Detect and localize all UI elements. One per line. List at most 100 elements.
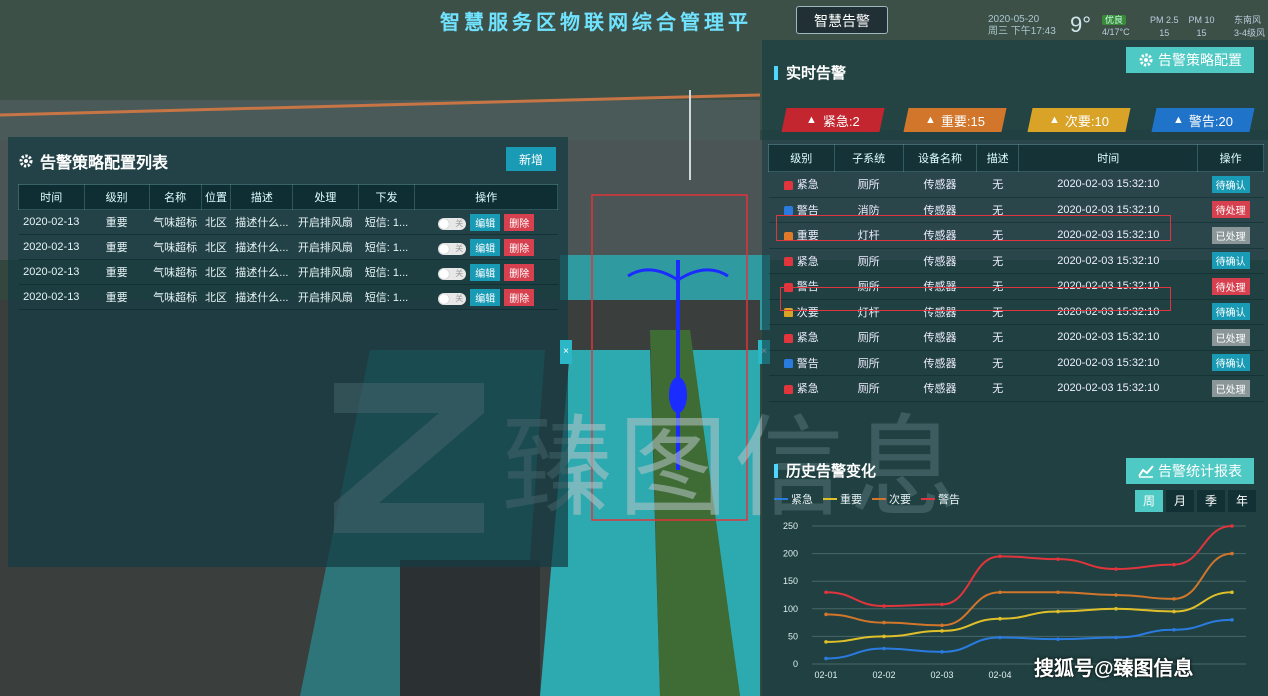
data-point [1114,635,1118,640]
cell-level: 重要 [84,209,150,235]
data-point [1172,597,1176,601]
period-tab[interactable]: 周 [1135,490,1163,512]
wind-info: 东南风 3-4级风 [1234,14,1265,40]
alarm-light-icon: ▲ [1172,114,1184,126]
data-point [940,629,944,633]
title-bar [774,463,778,478]
cell-sub: 厕所 [834,171,904,198]
data-point [1056,590,1060,595]
history-title: 历史告警变化 [774,460,876,481]
cell-time: 2020-02-13 [18,284,85,310]
report-button-label: 告警统计报表 [1158,463,1242,479]
gear-icon [19,154,33,168]
period-tab[interactable]: 年 [1228,490,1256,512]
level-label: 重要:15 [941,113,986,129]
data-point [998,590,1002,595]
gear-icon [1139,53,1153,67]
delete-button[interactable]: 删除 [504,238,535,256]
tab-smart-alarm[interactable]: 智慧告警 [796,6,888,34]
chart-icon [1138,465,1154,478]
cell-time: 2020-02-03 15:32:10 [1018,350,1198,376]
delete-button[interactable]: 删除 [504,213,535,231]
realtime-alarm-title: 实时告警 [774,62,846,83]
add-policy-button[interactable]: 新增 [506,147,556,171]
level-badge[interactable]: ▲ 重要:15 [903,108,1007,132]
data-point [882,604,886,608]
level-label: 警告:20 [1189,113,1234,129]
cell-level: 重要 [84,284,150,310]
enable-toggle[interactable]: 关 [438,217,467,230]
cell-sub: 厕所 [834,324,904,351]
cell-desc: 描述什么... [230,259,293,285]
cell-desc: 描述什么... [230,284,293,310]
status-button[interactable]: 待确认 [1211,303,1250,321]
cell-actions: 关编辑 删除 [414,209,558,235]
cell-level: 重要 [84,259,150,285]
cell-desc: 无 [976,248,1019,274]
status-button[interactable]: 已处理 [1211,379,1250,397]
status-button[interactable]: 已处理 [1211,226,1250,244]
delete-button[interactable]: 删除 [504,288,535,306]
cell-name: 气味超标 [149,259,202,285]
cell-location: 北区 [201,209,231,235]
enable-toggle[interactable]: 关 [438,292,467,305]
realtime-alarm-table: 级别 子系统 设备名称 描述 时间 操作 紧急 厕所 传感器无 2020-02-03 15:32… [768,144,1264,402]
y-tick-label: 200 [783,549,798,559]
data-point [1230,618,1234,622]
data-point [1056,557,1060,561]
cell-location: 北区 [201,284,231,310]
status-button[interactable]: 待处理 [1211,277,1250,295]
policy-table: 时间 级别 名称 位置 描述 处理 下发 操作 2020-02-13 重要 气味超标 北区 描述什么.… [18,184,558,310]
data-point [1056,637,1060,641]
collapse-left-arrow[interactable]: × [560,340,572,364]
alarm-light-icon [783,180,793,190]
status-button[interactable]: 已处理 [1211,328,1250,346]
level-badge[interactable]: ▲ 紧急:2 [781,108,885,132]
cell-desc: 无 [976,324,1019,351]
legend-swatch [872,498,886,500]
level-text: 紧急 [796,332,819,345]
alarm-report-button[interactable]: 告警统计报表 [1126,458,1254,484]
alarm-policy-config-button[interactable]: 告警策略配置 [1126,47,1254,73]
cell-level: 紧急 [768,375,834,402]
status-button[interactable]: 待确认 [1211,252,1250,270]
table-row: 紧急 厕所 传感器无 2020-02-03 15:32:10 待确认 [768,248,1264,274]
enable-toggle[interactable]: 关 [438,267,467,280]
y-tick-label: 0 [793,659,798,669]
status-button[interactable]: 待处理 [1211,201,1250,219]
cell-desc: 描述什么... [230,209,293,235]
edit-button[interactable]: 编辑 [470,213,501,231]
legend-item[interactable]: 重要 [823,491,862,507]
status-button[interactable]: 待确认 [1211,354,1250,372]
level-badge[interactable]: ▲ 次要:10 [1027,108,1131,132]
table-row: 2020-02-13 重要 气味超标 北区 描述什么... 开启排风扇 短信: 1... 关编… [18,209,558,235]
edit-button[interactable]: 编辑 [470,263,501,281]
data-point [998,616,1002,621]
period-tab[interactable]: 月 [1166,490,1194,512]
alarm-light-icon [783,206,793,216]
level-badge[interactable]: ▲ 警告:20 [1151,108,1255,132]
cell-sub: 厕所 [834,350,904,376]
legend-item[interactable]: 警告 [921,491,960,507]
period-tab[interactable]: 季 [1197,490,1225,512]
edit-button[interactable]: 编辑 [470,288,501,306]
cell-status: 已处理 [1197,222,1264,249]
cell-device: 传感器 [903,375,977,402]
alarm-light-icon: ▲ [924,114,936,126]
status-button[interactable]: 待确认 [1211,175,1250,193]
delete-button[interactable]: 删除 [504,263,535,281]
level-text: 警告 [796,357,819,370]
cell-name: 气味超标 [149,234,202,260]
legend-item[interactable]: 紧急 [774,491,813,507]
cell-time: 2020-02-03 15:32:10 [1018,171,1198,198]
cell-desc: 描述什么... [230,234,293,260]
edit-button[interactable]: 编辑 [470,238,501,256]
table-row: 2020-02-13 重要 气味超标 北区 描述什么... 开启排风扇 短信: 1... 关编… [18,234,558,260]
column-header: 操作 [414,184,558,210]
data-point [940,602,944,607]
alarm-light-icon [783,359,793,369]
enable-toggle[interactable]: 关 [438,242,467,255]
legend-item[interactable]: 次要 [872,491,911,507]
cell-sub: 厕所 [834,248,904,274]
legend-label: 次要 [889,494,911,506]
